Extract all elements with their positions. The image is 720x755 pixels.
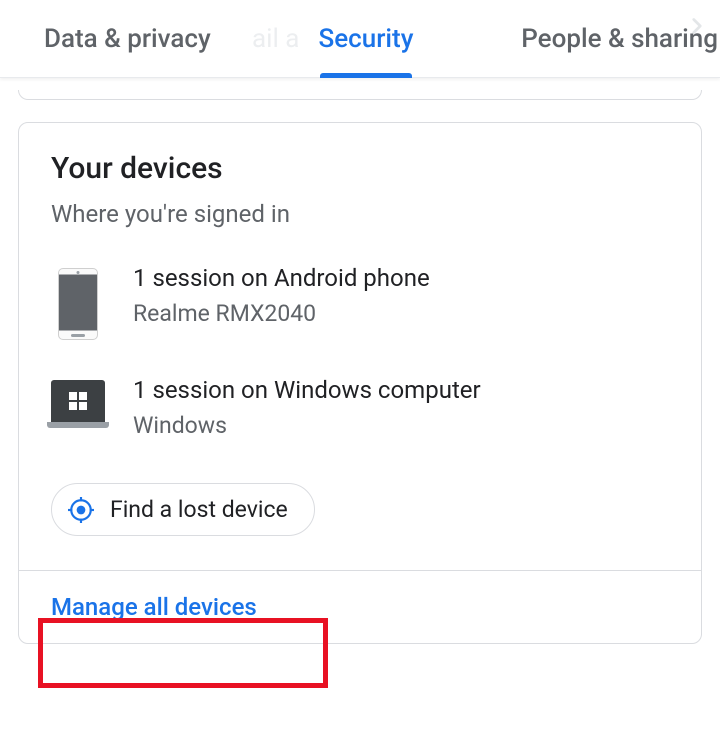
phone-icon: [51, 264, 105, 340]
tab-label: Security: [319, 24, 414, 54]
device-text: 1 session on Android phone Realme RMX204…: [133, 264, 669, 327]
find-lost-device-button[interactable]: Find a lost device: [51, 483, 315, 536]
windows-logo-icon: [69, 392, 87, 410]
pill-label: Find a lost device: [110, 496, 288, 523]
manage-all-devices-link[interactable]: Manage all devices: [51, 593, 257, 621]
card-title: Your devices: [51, 151, 669, 186]
card-footer: Manage all devices: [19, 570, 701, 643]
tab-people-sharing[interactable]: People & sharing: [497, 0, 718, 78]
tabs-bar: ail a Data & privacy Security People & s…: [0, 0, 720, 78]
device-sub: Realme RMX2040: [133, 300, 669, 327]
card-subtitle: Where you're signed in: [51, 200, 669, 228]
device-title: 1 session on Android phone: [133, 264, 669, 292]
your-devices-card: Your devices Where you're signed in 1 se…: [18, 122, 702, 644]
device-row-windows[interactable]: 1 session on Windows computer Windows: [51, 376, 669, 439]
content-area: Your devices Where you're signed in 1 se…: [0, 78, 720, 656]
locate-icon: [68, 497, 94, 523]
device-sub: Windows: [133, 412, 669, 439]
card-body: Your devices Where you're signed in 1 se…: [19, 123, 701, 570]
laptop-icon: [51, 376, 105, 422]
device-text: 1 session on Windows computer Windows: [133, 376, 669, 439]
tab-label: People & sharing: [521, 24, 718, 54]
tab-data-privacy[interactable]: Data & privacy: [8, 0, 235, 78]
tab-security[interactable]: Security: [295, 0, 438, 78]
previous-card-edge: [18, 90, 702, 100]
ghost-text: ail a: [252, 24, 299, 54]
tab-label: Data & privacy: [44, 24, 211, 54]
device-row-android[interactable]: 1 session on Android phone Realme RMX204…: [51, 264, 669, 340]
device-title: 1 session on Windows computer: [133, 376, 669, 404]
